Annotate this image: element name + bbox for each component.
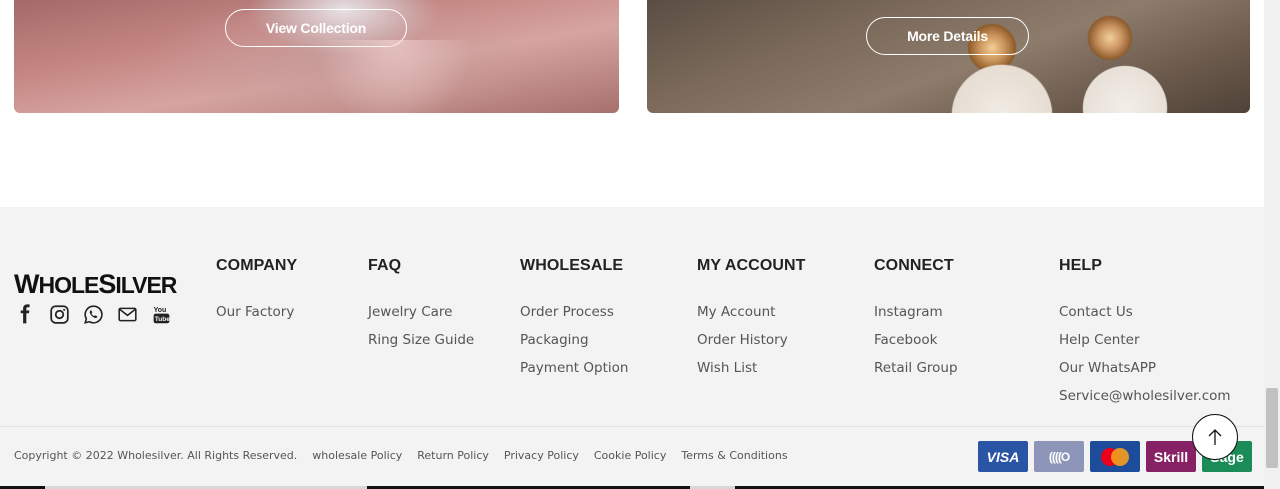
wholesilver-logo[interactable]: WHOLESILVER [14,269,177,300]
social-links: You Tube [14,303,172,325]
footer-link-instagram[interactable]: Instagram [874,303,958,331]
instagram-icon[interactable] [48,303,70,325]
footer-link-contact-us[interactable]: Contact Us [1059,303,1231,331]
footer-link-ring-size-guide[interactable]: Ring Size Guide [368,331,474,359]
footer-link-our-whatsapp[interactable]: Our WhatsAPP [1059,359,1231,387]
footer: WHOLESILVER You Tube COMPANY Our Factory … [0,207,1264,489]
footer-link-our-factory[interactable]: Our Factory [216,303,297,331]
collection-banner-right: More Details [647,0,1250,113]
terms-conditions-link[interactable]: Terms & Conditions [681,449,787,462]
facebook-icon[interactable] [14,303,36,325]
column-heading: COMPANY [216,257,298,274]
footer-column-faq: FAQ Jewelry Care Ring Size Guide [368,257,474,359]
collection-banner-left: View Collection [14,0,619,113]
email-icon[interactable] [116,303,138,325]
footer-link-jewelry-care[interactable]: Jewelry Care [368,303,474,331]
svg-text:Tube: Tube [154,316,170,323]
footer-column-my-account: MY ACCOUNT My Account Order History Wish… [697,257,806,387]
skrill-icon: Skrill [1146,441,1196,472]
maestro-icon: ((((O [1034,441,1084,472]
more-details-button[interactable]: More Details [866,17,1029,55]
page-scrollbar[interactable] [1264,0,1280,489]
mastercard-icon [1090,441,1140,472]
whatsapp-icon[interactable] [82,303,104,325]
footer-link-retail-group[interactable]: Retail Group [874,359,958,387]
footer-link-my-account[interactable]: My Account [697,303,806,331]
footer-column-company: COMPANY Our Factory [216,257,297,331]
footer-link-help-center[interactable]: Help Center [1059,331,1231,359]
footer-link-payment-option[interactable]: Payment Option [520,359,628,387]
footer-link-wish-list[interactable]: Wish List [697,359,806,387]
arrow-up-icon [1208,429,1222,445]
footer-column-wholesale: WHOLESALE Order Process Packaging Paymen… [520,257,628,387]
column-heading: WHOLESALE [520,257,624,274]
footer-link-facebook[interactable]: Facebook [874,331,958,359]
footer-link-service-email[interactable]: Service@wholesilver.com [1059,387,1231,415]
youtube-icon[interactable]: You Tube [150,303,172,325]
footer-column-help: HELP Contact Us Help Center Our WhatsAPP… [1059,257,1231,415]
footer-link-packaging[interactable]: Packaging [520,331,628,359]
scrollbar-thumb[interactable] [1266,388,1278,468]
cookie-policy-link[interactable]: Cookie Policy [594,449,666,462]
column-heading: CONNECT [874,257,954,274]
copyright-text: Copyright © 2022 Wholesilver. All Rights… [14,449,298,462]
footer-link-order-process[interactable]: Order Process [520,303,628,331]
visa-icon: VISA [978,441,1028,472]
wholesale-policy-link[interactable]: wholesale Policy [312,449,402,462]
footer-bottom-bar: Copyright © 2022 Wholesilver. All Rights… [14,449,788,462]
page: View Collection More Details WHOLESILVER… [0,0,1280,489]
footer-link-order-history[interactable]: Order History [697,331,806,359]
column-heading: FAQ [368,257,402,274]
privacy-policy-link[interactable]: Privacy Policy [504,449,579,462]
view-collection-button[interactable]: View Collection [225,9,407,47]
svg-text:You: You [153,306,166,313]
scroll-to-top-button[interactable] [1192,414,1238,460]
footer-divider [0,426,1264,427]
return-policy-link[interactable]: Return Policy [417,449,489,462]
column-heading: MY ACCOUNT [697,257,806,274]
footer-column-connect: CONNECT Instagram Facebook Retail Group [874,257,958,387]
column-heading: HELP [1059,257,1103,274]
